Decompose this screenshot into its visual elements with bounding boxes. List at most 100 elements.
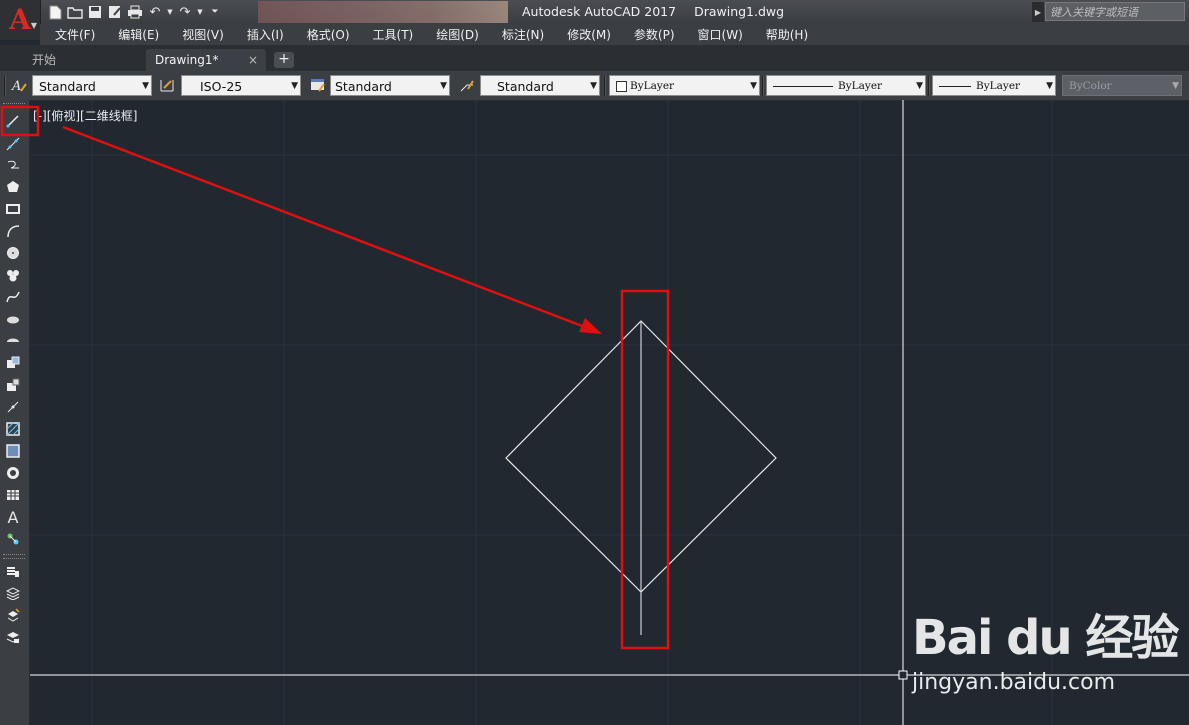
arc-icon[interactable] <box>4 222 22 240</box>
linetype-preview-icon <box>773 85 833 87</box>
color-value: ByLayer <box>630 80 675 92</box>
linetype-select[interactable]: ByLayer ▼ <box>766 75 926 96</box>
table-style-icon[interactable] <box>309 76 327 94</box>
layer-state-icon[interactable] <box>4 584 22 602</box>
gradient-icon[interactable] <box>4 442 22 460</box>
quick-access-toolbar: ↶ ▼ ↷ ▼ ⏷ <box>46 2 224 22</box>
search-input[interactable]: 键入关键字或短语 <box>1045 2 1185 21</box>
watermark-url: jingyan.baidu.com <box>912 670 1116 695</box>
multiline-text-icon[interactable]: A <box>4 508 22 527</box>
toolbar-grip <box>4 76 6 96</box>
toolbar-separator <box>604 76 606 96</box>
table-style-select[interactable]: Standard ▼ <box>330 75 450 96</box>
menu-format[interactable]: 格式(O) <box>292 26 358 43</box>
linetype-value: ByLayer <box>838 80 883 92</box>
text-style-select[interactable]: Standard ▼ <box>32 75 152 96</box>
customize-qat-icon[interactable]: ⏷ <box>206 3 224 21</box>
toolbar-grip <box>3 554 25 559</box>
svg-text:A: A <box>11 79 21 93</box>
chevron-down-icon: ▼ <box>1046 81 1053 91</box>
multileader-style-select[interactable]: Standard ▼ <box>480 75 600 96</box>
lineweight-select[interactable]: ByLayer ▼ <box>932 75 1056 96</box>
ellipse-icon[interactable] <box>4 310 22 328</box>
chevron-down-icon: ▼ <box>440 81 447 91</box>
search-expand-icon[interactable]: ▶ <box>1032 2 1044 22</box>
polygon-icon[interactable] <box>4 178 22 196</box>
menu-dimension[interactable]: 标注(N) <box>487 26 552 43</box>
window-title: Autodesk AutoCAD 2017 Drawing1.dwg <box>522 4 798 19</box>
file-name: Drawing1.dwg <box>694 4 785 19</box>
watermark-logo: Bai du 经验 <box>912 610 1179 666</box>
plot-style-select: ByColor ▼ <box>1062 75 1182 96</box>
browser-tab-strip-blurred <box>258 1 508 23</box>
hatch-icon[interactable] <box>4 420 22 438</box>
spline-icon[interactable] <box>4 288 22 306</box>
new-file-icon[interactable] <box>46 3 64 21</box>
circle-icon[interactable] <box>4 244 22 262</box>
dimension-style-select[interactable]: ISO-25 ▼ <box>181 75 301 96</box>
menu-bar: 文件(F) 编辑(E) 视图(V) 插入(I) 格式(O) 工具(T) 绘图(D… <box>40 24 1189 45</box>
polyline-icon[interactable] <box>4 156 22 174</box>
layer-isolate-icon[interactable] <box>4 628 22 646</box>
toolbar-separator <box>762 76 764 96</box>
revision-cloud-icon[interactable] <box>4 266 22 284</box>
save-icon[interactable] <box>86 3 104 21</box>
highlight-box-line-tool <box>0 105 40 137</box>
add-selected-icon[interactable] <box>4 530 22 548</box>
plot-style-value: ByColor <box>1069 80 1112 92</box>
toolbar-separator <box>928 76 930 96</box>
viewport-controls-label[interactable]: [-][俯视][二维线框] <box>33 107 137 124</box>
menu-tools[interactable]: 工具(T) <box>358 26 422 43</box>
menu-parametric[interactable]: 参数(P) <box>619 26 683 43</box>
menu-window[interactable]: 窗口(W) <box>683 26 751 43</box>
table-style-value: Standard <box>335 79 392 94</box>
tab-start[interactable]: 开始 <box>20 49 140 71</box>
new-tab-button[interactable]: + <box>274 52 294 68</box>
menu-insert[interactable]: 插入(I) <box>232 26 292 43</box>
close-icon[interactable]: × <box>248 49 258 71</box>
multileader-style-icon[interactable] <box>458 76 476 94</box>
print-icon[interactable] <box>126 3 144 21</box>
redo-icon[interactable]: ↷ <box>176 3 194 21</box>
color-swatch-icon <box>616 80 627 92</box>
annotation-arrow <box>62 125 602 334</box>
autocad-logo-icon: A <box>9 3 31 36</box>
make-block-icon[interactable] <box>4 376 22 394</box>
menu-file[interactable]: 文件(F) <box>40 26 103 43</box>
table-icon[interactable] <box>4 486 22 504</box>
application-menu-button[interactable]: A ▼ <box>0 0 41 40</box>
chevron-down-icon: ▼ <box>750 81 757 91</box>
tab-drawing1[interactable]: Drawing1* × <box>146 49 266 71</box>
redo-dropdown-icon[interactable]: ▼ <box>196 3 204 21</box>
layer-previous-icon[interactable] <box>4 606 22 624</box>
save-as-icon[interactable] <box>106 3 124 21</box>
menu-edit[interactable]: 编辑(E) <box>103 26 167 43</box>
menu-modify[interactable]: 修改(M) <box>552 26 619 43</box>
rectangle-icon[interactable] <box>4 200 22 218</box>
app-name: Autodesk AutoCAD 2017 <box>522 4 677 19</box>
multileader-style-value: Standard <box>497 79 554 94</box>
dimension-style-icon[interactable] <box>158 76 176 94</box>
region-icon[interactable] <box>4 464 22 482</box>
draw-toolbar: A <box>0 100 30 725</box>
open-folder-icon[interactable] <box>66 3 84 21</box>
undo-icon[interactable]: ↶ <box>146 3 164 21</box>
menu-view[interactable]: 视图(V) <box>167 26 232 43</box>
chevron-down-icon: ▼ <box>142 81 149 91</box>
layer-properties-icon[interactable] <box>4 562 22 580</box>
text-style-icon[interactable]: A <box>10 76 28 94</box>
construction-line-icon[interactable] <box>4 135 22 153</box>
chevron-down-icon: ▼ <box>291 81 298 91</box>
lineweight-value: ByLayer <box>976 80 1021 92</box>
undo-dropdown-icon[interactable]: ▼ <box>166 3 174 21</box>
insert-block-icon[interactable] <box>4 354 22 372</box>
color-select[interactable]: ByLayer ▼ <box>609 75 760 96</box>
crosshair-pickbox <box>898 670 908 680</box>
menu-help[interactable]: 帮助(H) <box>751 26 816 43</box>
point-icon[interactable] <box>4 398 22 416</box>
menu-draw[interactable]: 绘图(D) <box>421 26 487 43</box>
chevron-down-icon: ▼ <box>1172 81 1179 91</box>
chevron-down-icon: ▼ <box>916 81 923 91</box>
ellipse-arc-icon[interactable] <box>4 332 22 350</box>
chevron-down-icon: ▼ <box>590 81 597 91</box>
